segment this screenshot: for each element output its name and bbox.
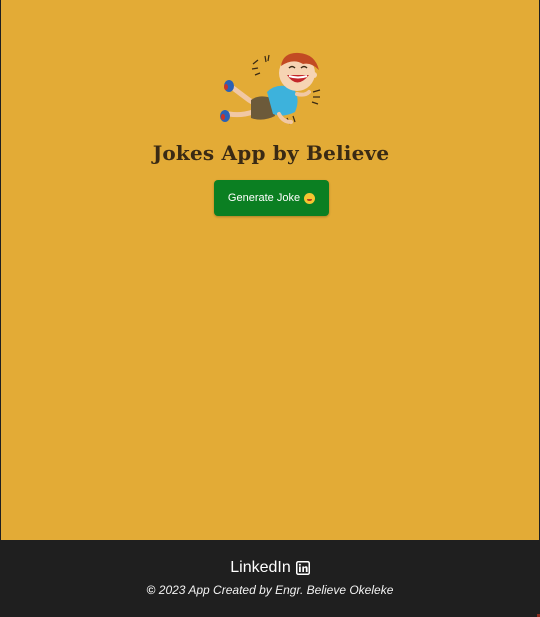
- generate-joke-label: Generate Joke: [227, 192, 301, 204]
- generate-joke-button[interactable]: Generate Joke: [214, 180, 329, 216]
- credit-text: 2023 App Created by Engr. Believe Okelek…: [155, 583, 394, 597]
- linkedin-link[interactable]: LinkedIn: [0, 559, 540, 577]
- main-content: Jokes App by Believe Generate Joke: [1, 0, 539, 540]
- linkedin-icon: [295, 561, 310, 575]
- linkedin-label: LinkedIn: [230, 559, 291, 576]
- footer: LinkedIn © 2023 App Created by Engr. Bel…: [0, 540, 540, 617]
- grinning-face-icon: [304, 192, 316, 204]
- copyright-credit: © 2023 App Created by Engr. Believe Okel…: [0, 583, 540, 597]
- page-title: Jokes App by Believe: [152, 141, 390, 165]
- app-window: Jokes App by Believe Generate Joke Linke…: [0, 0, 540, 617]
- laughing-boy-illustration: [220, 52, 321, 125]
